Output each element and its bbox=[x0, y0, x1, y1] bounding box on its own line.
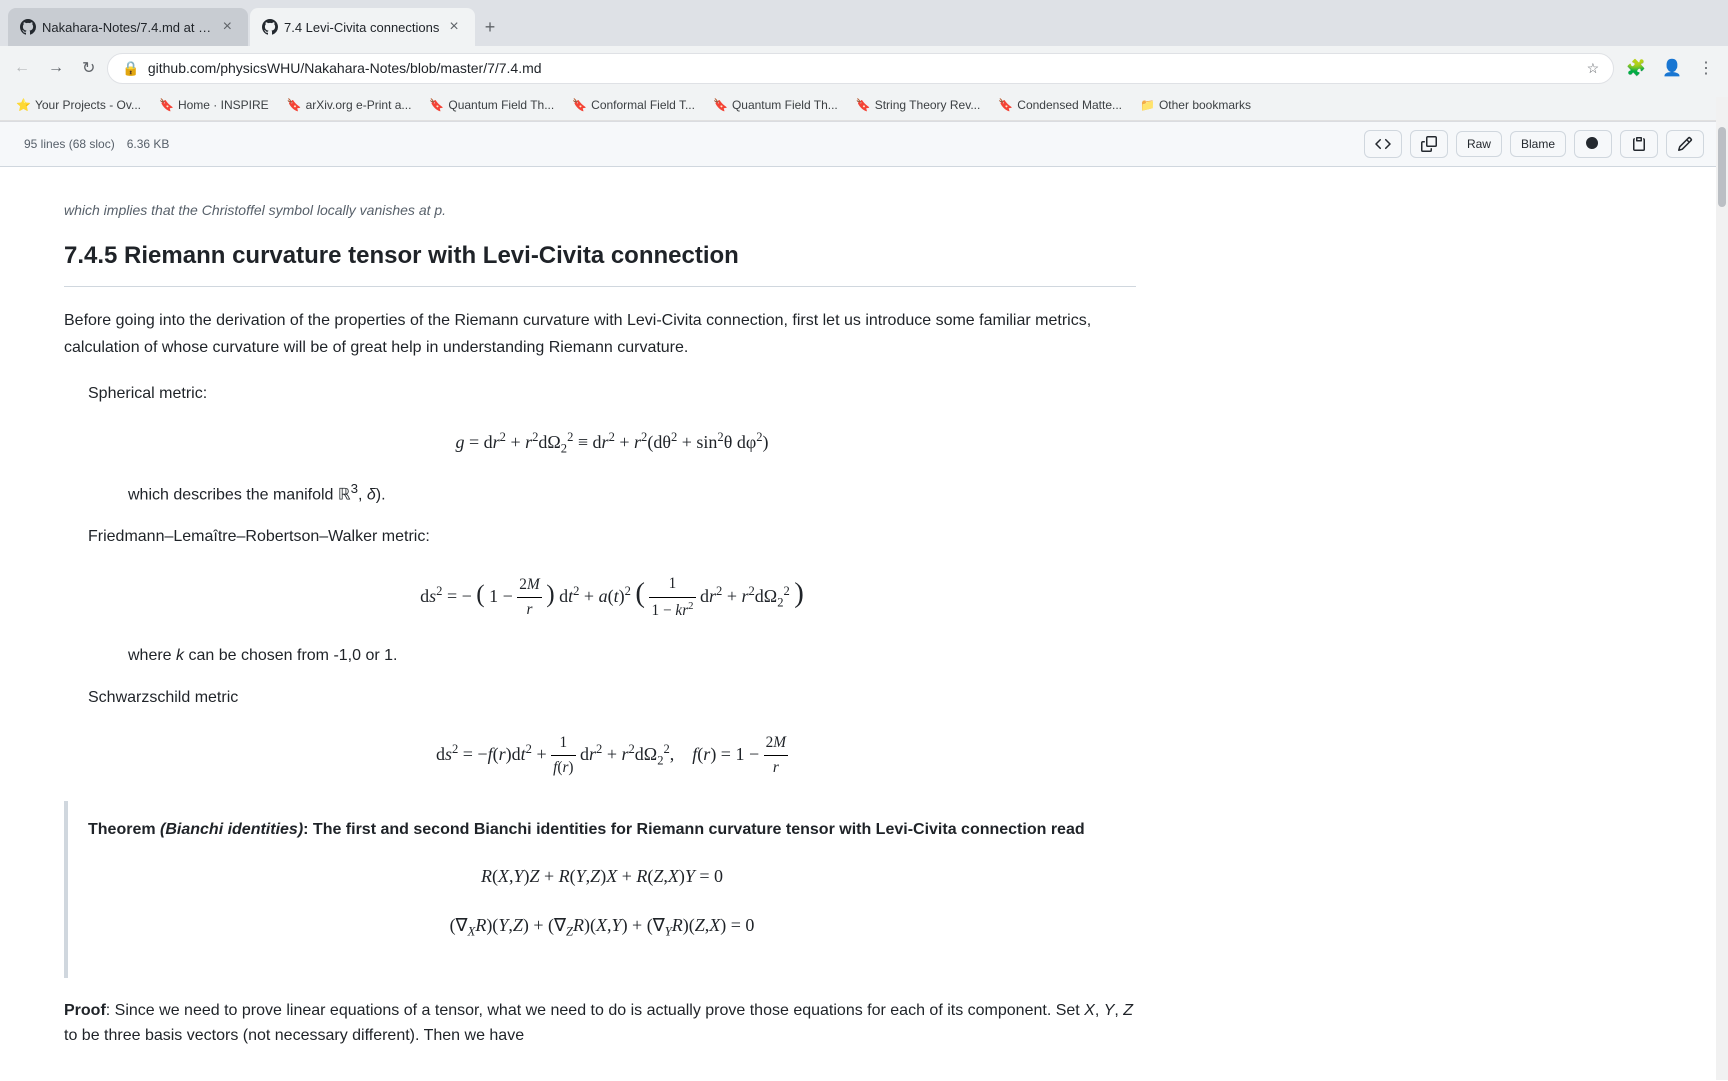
bookmark-label-qft1: Quantum Field Th... bbox=[448, 98, 554, 112]
bookmark-icon-arxiv: 🔖 bbox=[287, 98, 302, 112]
bookmark-other[interactable]: 📁 Other bookmarks bbox=[1132, 94, 1259, 116]
bookmark-cft[interactable]: 🔖 Conformal Field T... bbox=[564, 94, 703, 116]
file-meta: 95 lines (68 sloc) 6.36 KB bbox=[24, 137, 169, 151]
proof-section: Proof: Since we need to prove linear equ… bbox=[64, 998, 1136, 1049]
blame-button[interactable]: Blame bbox=[1510, 131, 1566, 157]
tab-2-close[interactable]: × bbox=[445, 16, 462, 38]
schwarzschild-formula: ds2 = −f(r)dt2 + 1 f(r) dr2 + r2dΩ22, f(… bbox=[88, 731, 1136, 781]
extensions-button[interactable]: 🧩 bbox=[1620, 52, 1652, 84]
bookmark-icon-projects: ⭐ bbox=[16, 98, 31, 112]
bookmark-icon-qft1: 🔖 bbox=[429, 98, 444, 112]
bookmark-qft2[interactable]: 🔖 Quantum Field Th... bbox=[705, 94, 846, 116]
github-icon-tab1 bbox=[20, 19, 36, 35]
bookmarks-bar: ⭐ Your Projects - Ov... 🔖 Home · INSPIRE… bbox=[0, 90, 1728, 121]
bianchi-formula-2: (∇XR)(Y,Z) + (∇ZR)(X,Y) + (∇YR)(Z,X) = 0 bbox=[88, 911, 1116, 942]
tab-1-title: Nakahara-Notes/7.4.md at m... bbox=[42, 20, 213, 35]
star-icon[interactable]: ☆ bbox=[1587, 60, 1600, 77]
bookmark-label-condensed: Condensed Matte... bbox=[1017, 98, 1122, 112]
proof-text: Proof: Since we need to prove linear equ… bbox=[64, 998, 1136, 1049]
section-title: 7.4.5 Riemann curvature tensor with Levi… bbox=[64, 237, 1136, 286]
item-3-header: Schwarzschild metric bbox=[88, 685, 1136, 711]
proof-title: Proof bbox=[64, 1002, 106, 1019]
bookmark-icon-string: 🔖 bbox=[856, 98, 871, 112]
address-bar[interactable]: 🔒 ☆ bbox=[107, 53, 1614, 84]
forward-button[interactable]: → bbox=[42, 53, 70, 83]
edit-button[interactable] bbox=[1666, 130, 1704, 158]
copy-button[interactable] bbox=[1620, 130, 1658, 158]
item-1-subtext: which describes the manifold ℝ3, δ). bbox=[128, 478, 1136, 508]
desktop-icon bbox=[1585, 136, 1601, 152]
bookmark-other-label: Other bookmarks bbox=[1159, 98, 1251, 112]
bookmark-label-string: String Theory Rev... bbox=[875, 98, 981, 112]
intro-paragraph: Before going into the derivation of the … bbox=[64, 307, 1136, 361]
folder-icon: 📁 bbox=[1140, 98, 1155, 112]
content-area: 95 lines (68 sloc) 6.36 KB Raw bbox=[0, 122, 1728, 1081]
item-1-header: Spherical metric: bbox=[88, 381, 1136, 407]
bookmark-your-projects[interactable]: ⭐ Your Projects - Ov... bbox=[8, 94, 149, 116]
code-icon bbox=[1375, 136, 1391, 152]
bookmark-qft1[interactable]: 🔖 Quantum Field Th... bbox=[421, 94, 562, 116]
list-item-2: Friedmann–Lemaître–Robertson–Walker metr… bbox=[88, 524, 1136, 669]
bookmark-icon-inspire: 🔖 bbox=[159, 98, 174, 112]
tab-bar: Nakahara-Notes/7.4.md at m... × 7.4 Levi… bbox=[0, 0, 1728, 46]
back-button[interactable]: ← bbox=[8, 53, 36, 83]
theorem-title: Theorem (Bianchi identities): The first … bbox=[88, 817, 1116, 843]
main-content-wrapper: 95 lines (68 sloc) 6.36 KB Raw bbox=[0, 122, 1728, 1081]
file-actions: Raw Blame bbox=[1364, 130, 1704, 158]
nav-bar: ← → ↻ 🔒 ☆ 🧩 👤 ⋮ bbox=[0, 46, 1728, 90]
reload-button[interactable]: ↻ bbox=[76, 52, 101, 84]
bookmark-arxiv[interactable]: 🔖 arXiv.org e-Print a... bbox=[279, 94, 420, 116]
tab-1-close[interactable]: × bbox=[219, 16, 236, 38]
bookmark-label-inspire: Home · INSPIRE bbox=[178, 98, 269, 112]
nav-icons: 🧩 👤 ⋮ bbox=[1620, 52, 1720, 84]
browser-chrome: Nakahara-Notes/7.4.md at m... × 7.4 Levi… bbox=[0, 0, 1728, 122]
bookmark-condensed[interactable]: 🔖 Condensed Matte... bbox=[990, 94, 1130, 116]
github-icon-tab2 bbox=[262, 19, 278, 35]
tab-1[interactable]: Nakahara-Notes/7.4.md at m... × bbox=[8, 8, 248, 46]
flrw-formula: ds2 = − ( 1 − 2M r ) dt2 + a(t)2 ( 1 bbox=[88, 570, 1136, 623]
url-input[interactable] bbox=[148, 60, 1579, 76]
theorem-body-text: : The first and second Bianchi identitie… bbox=[303, 821, 1084, 838]
bookmark-label-cft: Conformal Field T... bbox=[591, 98, 695, 112]
pencil-icon bbox=[1677, 136, 1693, 152]
file-size: 6.36 KB bbox=[127, 137, 170, 151]
copy-icon bbox=[1421, 136, 1437, 152]
markdown-body: which implies that the Christoffel symbo… bbox=[0, 167, 1200, 1081]
theorem-prefix: Theorem bbox=[88, 821, 160, 838]
theorem-name: (Bianchi identities) bbox=[160, 821, 303, 838]
copy-raw-button[interactable] bbox=[1410, 130, 1448, 158]
bookmark-label-projects: Your Projects - Ov... bbox=[35, 98, 141, 112]
bookmark-inspire[interactable]: 🔖 Home · INSPIRE bbox=[151, 94, 277, 116]
file-lines: 95 lines (68 sloc) bbox=[24, 137, 115, 151]
lock-icon: 🔒 bbox=[122, 60, 139, 77]
spherical-formula: g = dr2 + r2dΩ22 ≡ dr2 + r2(dθ2 + sin2θ … bbox=[88, 427, 1136, 459]
list-item-1: Spherical metric: g = dr2 + r2dΩ22 ≡ dr2… bbox=[88, 381, 1136, 508]
bianchi-formula-1: R(X,Y)Z + R(Y,Z)X + R(Z,X)Y = 0 bbox=[88, 862, 1116, 891]
code-view-button[interactable] bbox=[1364, 130, 1402, 158]
raw-button[interactable]: Raw bbox=[1456, 131, 1502, 157]
proof-body: : Since we need to prove linear equation… bbox=[64, 1002, 1133, 1045]
new-tab-button[interactable]: + bbox=[477, 9, 504, 46]
desktop-view-button[interactable] bbox=[1574, 130, 1612, 158]
bookmark-icon-qft2: 🔖 bbox=[713, 98, 728, 112]
scrollbar[interactable] bbox=[1716, 97, 1728, 1080]
clipboard-icon bbox=[1631, 136, 1647, 152]
menu-button[interactable]: ⋮ bbox=[1692, 52, 1720, 84]
bookmark-icon-condensed: 🔖 bbox=[998, 98, 1013, 112]
item-2-header: Friedmann–Lemaître–Robertson–Walker metr… bbox=[88, 524, 1136, 550]
tab-2-title: 7.4 Levi-Civita connections bbox=[284, 20, 439, 35]
list-item-3: Schwarzschild metric ds2 = −f(r)dt2 + 1 … bbox=[88, 685, 1136, 781]
theorem-box: Theorem (Bianchi identities): The first … bbox=[64, 801, 1136, 978]
bookmark-string[interactable]: 🔖 String Theory Rev... bbox=[848, 94, 989, 116]
tab-2[interactable]: 7.4 Levi-Civita connections × bbox=[250, 8, 475, 46]
bookmark-label-qft2: Quantum Field Th... bbox=[732, 98, 838, 112]
metrics-list: Spherical metric: g = dr2 + r2dΩ22 ≡ dr2… bbox=[88, 381, 1136, 780]
profile-button[interactable]: 👤 bbox=[1656, 52, 1688, 84]
file-header: 95 lines (68 sloc) 6.36 KB Raw bbox=[0, 122, 1728, 167]
item-2-subtext: where k can be chosen from -1,0 or 1. bbox=[128, 643, 1136, 669]
scrollbar-thumb[interactable] bbox=[1718, 127, 1726, 207]
bookmark-label-arxiv: arXiv.org e-Print a... bbox=[306, 98, 412, 112]
intro-text: which implies that the Christoffel symbo… bbox=[64, 199, 1136, 221]
bookmark-icon-cft: 🔖 bbox=[572, 98, 587, 112]
